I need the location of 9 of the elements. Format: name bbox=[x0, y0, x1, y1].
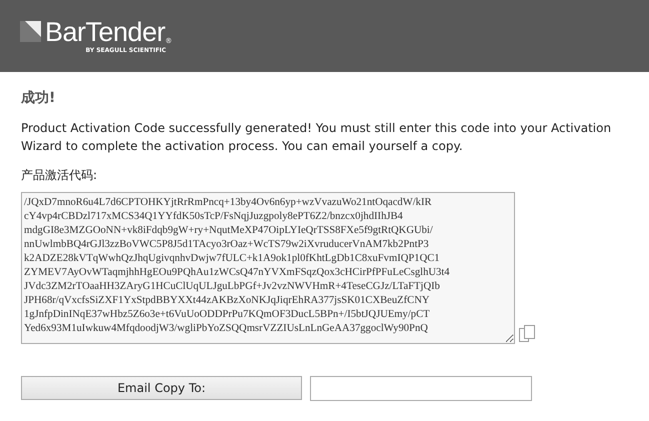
code-label: 产品激活代码: bbox=[21, 166, 98, 184]
success-message: Product Activation Code successfully generated! You must still enter this code into your Activation Wizard to complete the activation process. You can email yourself a copy. bbox=[21, 120, 612, 155]
copy-icon[interactable] bbox=[519, 324, 535, 342]
logo-icon bbox=[20, 21, 41, 42]
activation-code-field[interactable]: /JQxD7mnoR6u4L7d6CPTOHKYjtRrRmPncq+13by4Ov6n6yp+wzVvazuWo21ntOqacdW/kIR cY4vp4rCBDzl717xMCS34Q1YYfdK50sTcP/FsNqjJuzgpoly8ePT6Z2/bnzcx0jhdIIhJB4 mdgGI8e3MZGOoNN+vk8iFdqb9gW+ry+NqutMeXP47OipLYIeQrTSS8FXe5f9gtRtQKGUbi/ nnUwlmbBQ4rGJl3zzBoVWC5P8J5d1TAcyo3rOaz+WcTS79w2iXvruducerVnAM7kb2PntP3 k2ADZE28kVTqWwhQzJhqUgivqnhvDwjw7fULC+k1A9ok1pl0fKhtLgDb1C8xuFvmIQP1QC1 ZYMEV7AyOvWTaqmjhhHgEOu9PQhAu1zWCsQ47nYVXmFSqzQox3cHCirPfPFuLeCsglhU3t4 JVdc3ZM2rTOaaHH3ZAryG1HCuClUqULJguLbPGf+Jv2vzNWVHmR+4TeseCGJz/LTaFTjQIb JPH68r/qVxcfsSiZXF1YxStpdBBYXXt44zAKBzXoNKJqJiqrEhRA377jsSK01CXBeuZfCNY 1gJnfpDinINqE37wHbz5Z6o3e+t6VuUoODDPrPu7KQmOF3DucL5BPn+/I5btJQJUEmy/pCT Yed6x93M1uIwkuw4MfqdoodjW3/wgliPbYoZSQQmsrVZZIUsLnLnGeAA37ggoclWy90PnQ bbox=[21, 192, 515, 344]
logo-text: BarTender bbox=[45, 18, 166, 46]
email-copy-button[interactable]: Email Copy To: bbox=[21, 376, 302, 400]
email-field[interactable] bbox=[310, 376, 532, 401]
success-title: 成功! bbox=[21, 90, 56, 107]
